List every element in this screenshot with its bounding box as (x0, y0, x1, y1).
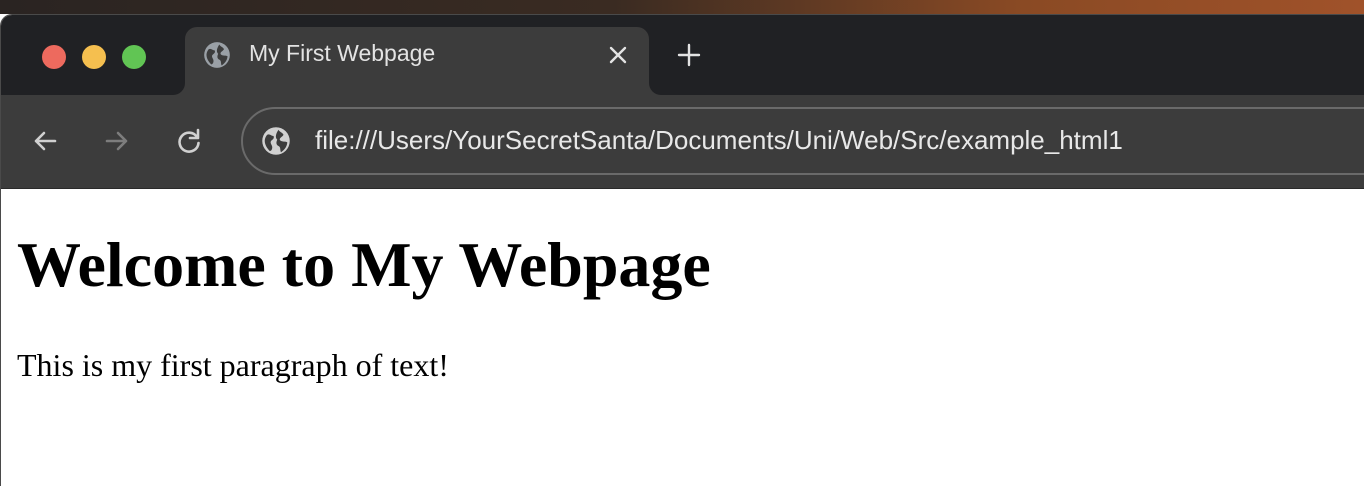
plus-icon[interactable] (675, 41, 703, 69)
address-bar[interactable]: file:///Users/YourSecretSanta/Documents/… (241, 107, 1364, 175)
close-icon[interactable] (607, 44, 629, 66)
reload-icon[interactable] (173, 125, 205, 157)
window-close-button[interactable] (42, 45, 66, 69)
page-content: Welcome to My Webpage This is my first p… (1, 189, 1364, 486)
browser-toolbar: file:///Users/YourSecretSanta/Documents/… (1, 95, 1364, 189)
page-paragraph: This is my first paragraph of text! (17, 347, 449, 383)
url-text[interactable]: file:///Users/YourSecretSanta/Documents/… (315, 125, 1123, 156)
globe-icon[interactable] (261, 126, 291, 156)
tab-active[interactable]: My First Webpage (185, 27, 649, 95)
desktop-background (0, 0, 1364, 14)
arrow-right-icon[interactable] (101, 125, 133, 157)
window-minimize-button[interactable] (82, 45, 106, 69)
tab-title: My First Webpage (249, 40, 436, 66)
window-maximize-button[interactable] (122, 45, 146, 69)
page-heading: Welcome to My Webpage (17, 229, 711, 300)
arrow-left-icon[interactable] (29, 125, 61, 157)
tab-strip: My First Webpage (1, 15, 1364, 95)
globe-icon (204, 42, 230, 68)
browser-window: My First Webpage file:///Users/YourSecre… (0, 14, 1364, 486)
